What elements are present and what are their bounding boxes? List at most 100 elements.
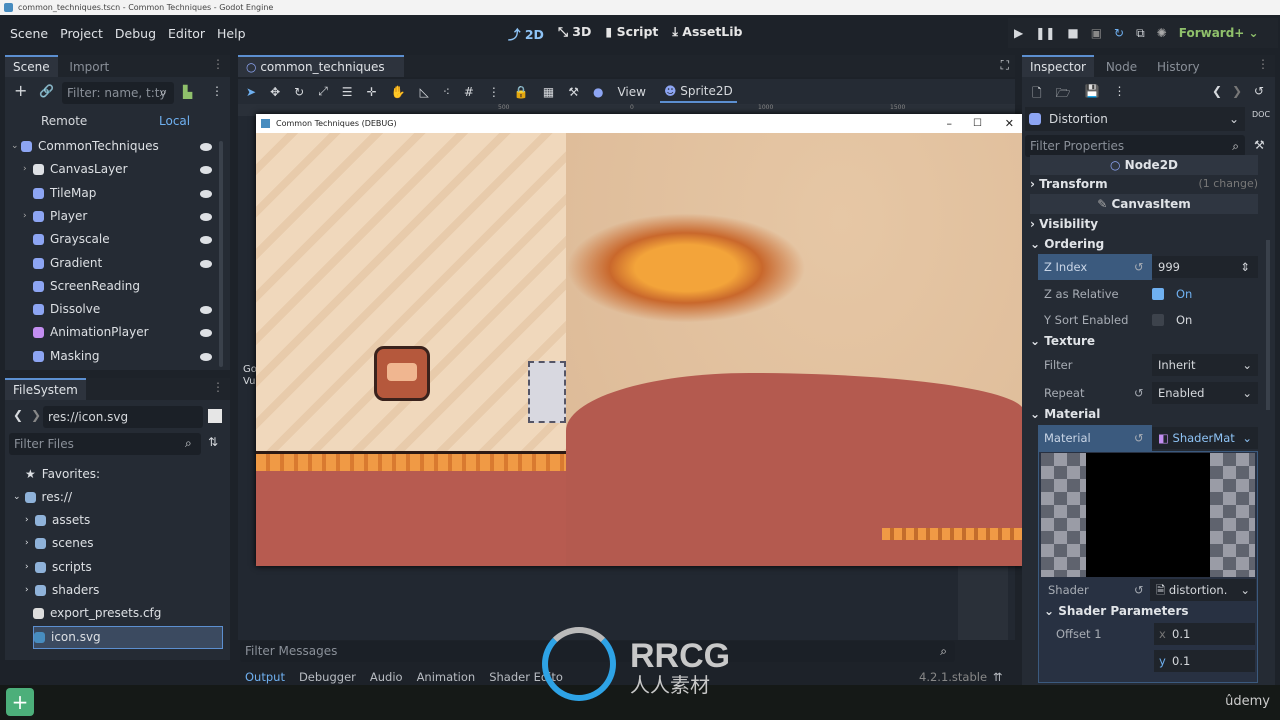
pivot-icon[interactable]: ✛: [367, 85, 377, 99]
tab-filesystem[interactable]: FileSystem: [5, 378, 86, 400]
scene-node[interactable]: Gradient: [23, 252, 212, 275]
offset-y-input[interactable]: y 0.1: [1154, 650, 1255, 672]
camera-icon[interactable]: ●: [593, 85, 603, 99]
y-sort-checkbox[interactable]: [1152, 314, 1164, 326]
add-icon[interactable]: +: [6, 688, 34, 716]
link-icon[interactable]: 🔗: [39, 84, 54, 98]
scrollbar[interactable]: [1266, 240, 1270, 410]
close-button[interactable]: ✕: [1005, 114, 1014, 133]
tab-common-techniques[interactable]: ○ common_techniques ✕: [238, 55, 404, 94]
visibility-eye-icon[interactable]: [200, 189, 212, 198]
visibility-eye-icon[interactable]: [200, 212, 212, 221]
minimize-button[interactable]: –: [947, 114, 953, 133]
revert-icon[interactable]: ↺: [1134, 254, 1144, 280]
fullscreen-icon[interactable]: ⛶: [1001, 58, 1009, 73]
stepper-icon[interactable]: ⇕: [1240, 256, 1250, 278]
section-texture[interactable]: ⌄ Texture: [1030, 331, 1258, 351]
add-node-icon[interactable]: +: [14, 81, 27, 100]
tab-inspector[interactable]: Inspector: [1022, 55, 1094, 77]
scale-tool-icon[interactable]: ⤢: [318, 84, 328, 99]
remote-debug-icon[interactable]: ▣: [1091, 26, 1102, 40]
revert-icon[interactable]: ↺: [1134, 380, 1144, 406]
menu-icon[interactable]: ⋮: [211, 84, 223, 98]
filter-properties-input[interactable]: Filter Properties ⌕: [1025, 135, 1245, 157]
filter-select[interactable]: Inherit ⌄: [1152, 354, 1258, 376]
tab-scene[interactable]: Scene: [5, 55, 58, 77]
shader-resource[interactable]: 🗎 distortion. ⌄: [1150, 579, 1256, 601]
grid-snap-icon[interactable]: #: [464, 85, 474, 99]
scene-node[interactable]: ScreenReading: [23, 275, 212, 298]
file-item[interactable]: › scripts: [25, 556, 215, 579]
section-shader-parameters[interactable]: ⌄ Shader Parameters: [1044, 601, 1272, 621]
file-item[interactable]: › shaders: [25, 579, 215, 602]
toggle-split-icon[interactable]: [208, 409, 222, 423]
pan-icon[interactable]: ✋: [391, 85, 406, 99]
bone-icon[interactable]: ⚒: [568, 85, 579, 99]
scene-node[interactable]: › Player: [23, 205, 212, 228]
repeat-select[interactable]: Enabled ⌄: [1152, 382, 1258, 404]
tab-node[interactable]: Node: [1098, 56, 1145, 78]
file-item[interactable]: export_presets.cfg: [33, 602, 223, 625]
section-ordering[interactable]: ⌄ Ordering: [1030, 234, 1258, 254]
menu-icon[interactable]: ⋮: [212, 380, 224, 394]
material-resource[interactable]: ◧ ShaderMat ⌄: [1152, 427, 1258, 449]
snap-menu-icon[interactable]: ⋮: [488, 85, 500, 99]
scrollbar[interactable]: [219, 141, 223, 367]
visibility-eye-icon[interactable]: [200, 352, 212, 361]
scene-filter-input[interactable]: Filter: name, t:ty: [62, 82, 174, 104]
forward-icon[interactable]: ❯: [31, 408, 41, 422]
scene-node[interactable]: Grayscale: [23, 228, 212, 251]
doc-icon[interactable]: DOC: [1252, 110, 1270, 119]
visibility-eye-icon[interactable]: [200, 329, 212, 338]
workspace-script[interactable]: ▮ Script: [605, 24, 658, 43]
file-item[interactable]: › scenes: [25, 532, 215, 555]
z-relative-checkbox[interactable]: [1152, 288, 1164, 300]
renderer-select[interactable]: Forward+ ⌄: [1179, 26, 1259, 40]
select-tool-icon[interactable]: ➤: [246, 85, 256, 99]
view-menu[interactable]: View: [617, 85, 645, 99]
instance-scene-icon[interactable]: ▙: [183, 85, 192, 99]
back-icon[interactable]: ❮: [1212, 84, 1222, 98]
pause-icon[interactable]: ❚❚: [1035, 26, 1055, 40]
list-select-icon[interactable]: ☰: [342, 85, 353, 99]
tab-output[interactable]: Output: [245, 670, 285, 685]
menu-icon[interactable]: ⋮: [1114, 84, 1126, 105]
section-transform[interactable]: › Transform (1 change): [1030, 174, 1258, 194]
smart-snap-icon[interactable]: ⁖: [443, 85, 450, 99]
revert-icon[interactable]: ↺: [1134, 577, 1144, 603]
move-tool-icon[interactable]: ✥: [270, 85, 280, 99]
z-index-input[interactable]: 999 ⇕: [1152, 256, 1258, 278]
group-icon[interactable]: ▦: [543, 85, 554, 99]
section-visibility[interactable]: › Visibility: [1030, 214, 1258, 234]
remote-button[interactable]: Remote: [41, 114, 87, 128]
tab-history[interactable]: History: [1149, 56, 1208, 78]
path-input[interactable]: res://icon.svg: [43, 406, 203, 428]
new-resource-icon[interactable]: 🗋: [1032, 84, 1042, 105]
visibility-eye-icon[interactable]: [200, 259, 212, 268]
menu-icon[interactable]: ⋮: [212, 57, 224, 71]
file-item[interactable]: icon.svg: [33, 625, 223, 649]
workspace-3d[interactable]: ⤡ 3D: [558, 24, 591, 43]
scene-node[interactable]: Masking: [23, 345, 212, 368]
tab-debugger[interactable]: Debugger: [299, 670, 356, 685]
back-icon[interactable]: ❮: [13, 408, 23, 422]
open-folder-icon[interactable]: 🗁: [1056, 84, 1071, 105]
workspace-assetlib[interactable]: ⤓ AssetLib: [672, 24, 742, 43]
file-item[interactable]: › assets: [25, 509, 215, 532]
visibility-eye-icon[interactable]: [200, 306, 212, 315]
filter-files-input[interactable]: Filter Files: [9, 433, 201, 455]
save-icon[interactable]: 💾: [1085, 84, 1100, 105]
menu-project[interactable]: Project: [54, 26, 109, 41]
reload-icon[interactable]: ↻: [1114, 26, 1124, 40]
stop-icon[interactable]: ■: [1067, 26, 1078, 40]
menu-debug[interactable]: Debug: [109, 26, 162, 41]
revert-icon[interactable]: ↺: [1134, 425, 1144, 451]
history-icon[interactable]: ↺: [1254, 84, 1264, 98]
favorites[interactable]: ★ Favorites:: [25, 463, 100, 486]
visibility-eye-icon[interactable]: [200, 236, 212, 245]
scene-node[interactable]: AnimationPlayer: [23, 321, 212, 344]
menu-icon[interactable]: ⋮: [1257, 57, 1269, 71]
visibility-eye-icon[interactable]: [200, 166, 212, 175]
section-material[interactable]: ⌄ Material: [1030, 404, 1258, 424]
movie-icon[interactable]: ⧉: [1136, 26, 1145, 41]
